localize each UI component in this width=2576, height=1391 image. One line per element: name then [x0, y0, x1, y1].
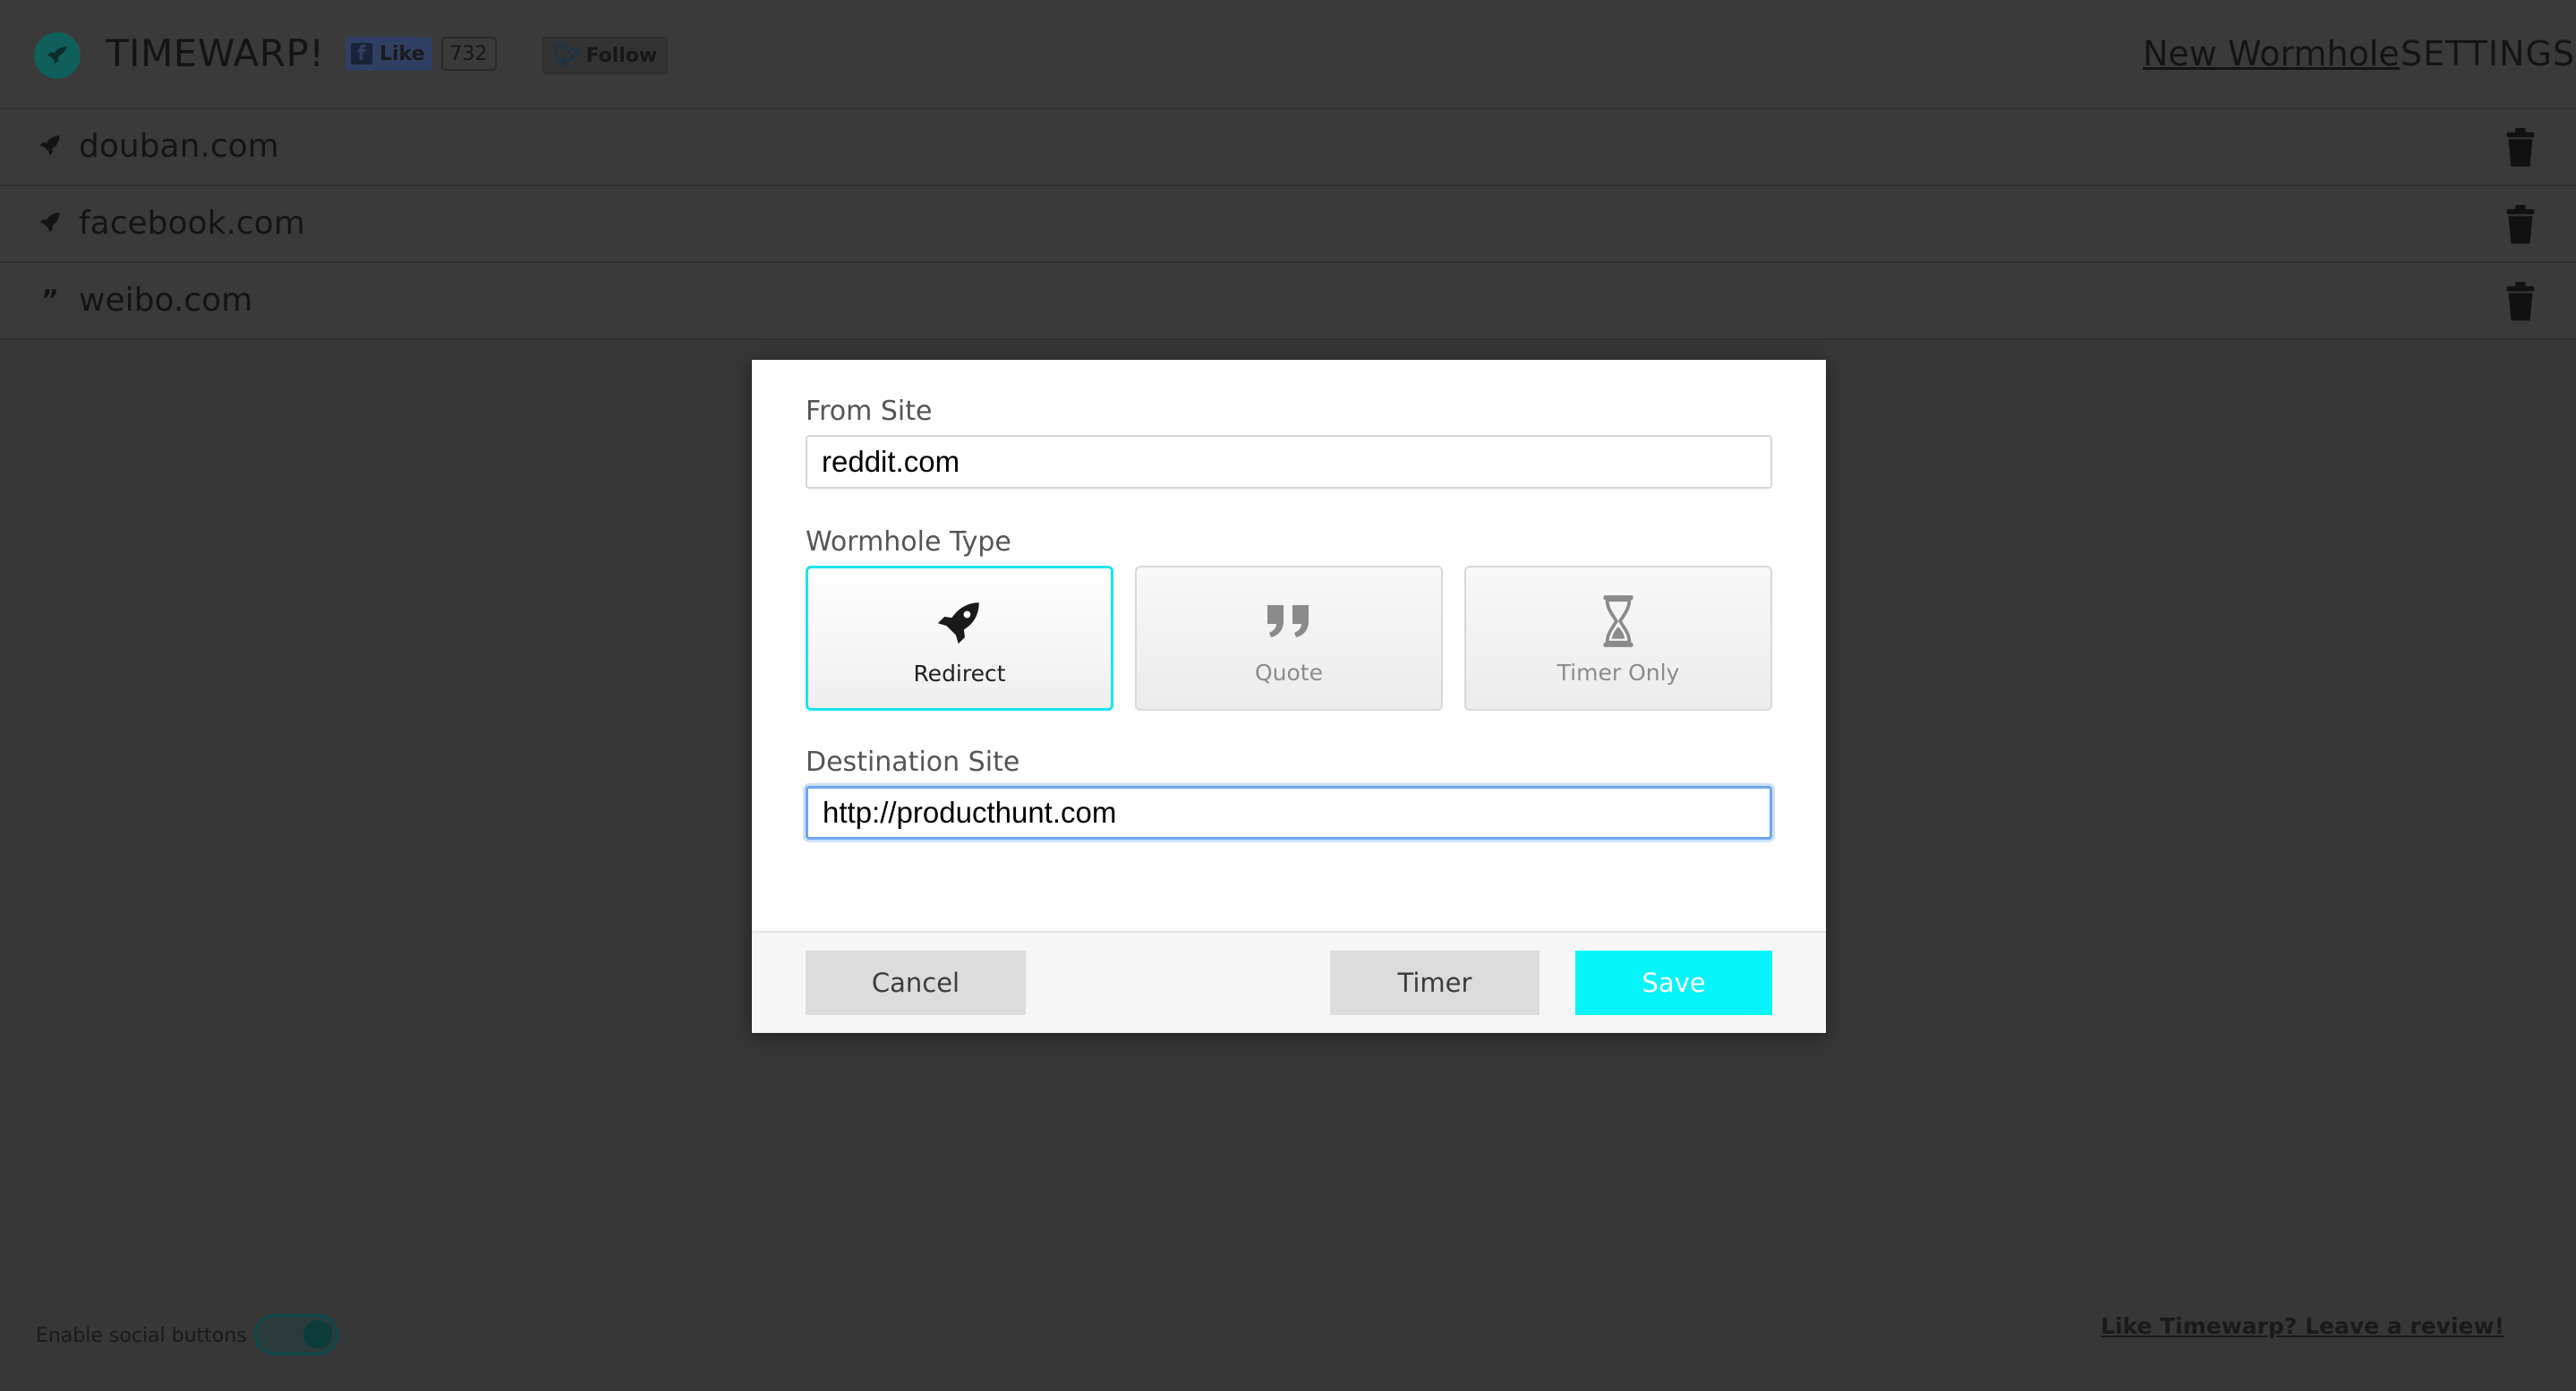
type-option-label: Redirect — [913, 661, 1006, 687]
wormhole-list: douban.com facebook.com ” weibo.com — [0, 109, 2576, 340]
list-item[interactable]: ” weibo.com — [0, 263, 2576, 340]
trash-icon[interactable] — [2503, 127, 2538, 168]
hourglass-icon — [1466, 594, 1770, 648]
twitter-follow-label: Follow — [585, 44, 658, 67]
list-item[interactable]: facebook.com — [0, 186, 2576, 263]
save-button[interactable]: Save — [1575, 951, 1772, 1015]
rocket-icon — [36, 209, 64, 238]
rocket-icon — [36, 132, 64, 161]
settings-link[interactable]: SETTINGS — [2401, 27, 2575, 81]
from-site-input[interactable] — [806, 435, 1772, 489]
rocket-icon — [34, 32, 81, 79]
wormhole-site: douban.com — [79, 128, 279, 165]
quote-icon — [1137, 594, 1441, 648]
facebook-like-label: Like — [380, 42, 425, 65]
wormhole-type-label: Wormhole Type — [806, 526, 1011, 558]
type-option-timer-only[interactable]: Timer Only — [1464, 566, 1772, 711]
type-option-label: Timer Only — [1557, 660, 1680, 686]
from-site-label: From Site — [806, 396, 933, 427]
toggle-knob — [303, 1320, 332, 1349]
twitter-follow-button[interactable]: 🐦︎ Follow — [542, 37, 669, 74]
cancel-button[interactable]: Cancel — [806, 951, 1026, 1015]
type-option-redirect[interactable]: Redirect — [806, 566, 1113, 711]
quote-icon: ” — [41, 285, 59, 316]
facebook-like-widget[interactable]: f Like 732 — [345, 37, 497, 71]
trash-icon[interactable] — [2503, 204, 2538, 245]
facebook-icon: f — [351, 43, 372, 64]
timer-button[interactable]: Timer — [1330, 951, 1540, 1015]
review-link[interactable]: Like Timewarp? Leave a review! — [2101, 1310, 2504, 1343]
social-buttons-toggle-label: Enable social buttons — [36, 1325, 247, 1347]
list-item[interactable]: douban.com — [0, 109, 2576, 186]
facebook-like-count: 732 — [440, 37, 497, 71]
social-buttons-toggle[interactable] — [254, 1314, 338, 1355]
app-title: TIMEWARP! — [106, 31, 325, 75]
destination-site-input[interactable] — [806, 786, 1772, 840]
new-wormhole-link[interactable]: New Wormhole — [2143, 27, 2400, 81]
dialog-footer: Cancel Timer Save — [752, 931, 1826, 1033]
wormhole-site: facebook.com — [79, 205, 305, 242]
type-option-quote[interactable]: Quote — [1135, 566, 1443, 711]
rocket-icon — [808, 595, 1111, 649]
new-wormhole-dialog: From Site Wormhole Type Redirect Quote T… — [752, 360, 1826, 1033]
type-option-label: Quote — [1254, 660, 1323, 686]
trash-icon[interactable] — [2503, 281, 2538, 322]
app-header: TIMEWARP! f Like 732 🐦︎ Follow New Wormh… — [0, 0, 2576, 109]
facebook-like-button[interactable]: f Like — [345, 37, 432, 71]
destination-site-label: Destination Site — [806, 747, 1020, 778]
twitter-bird-icon: 🐦︎ — [553, 43, 581, 68]
wormhole-site: weibo.com — [79, 282, 253, 319]
